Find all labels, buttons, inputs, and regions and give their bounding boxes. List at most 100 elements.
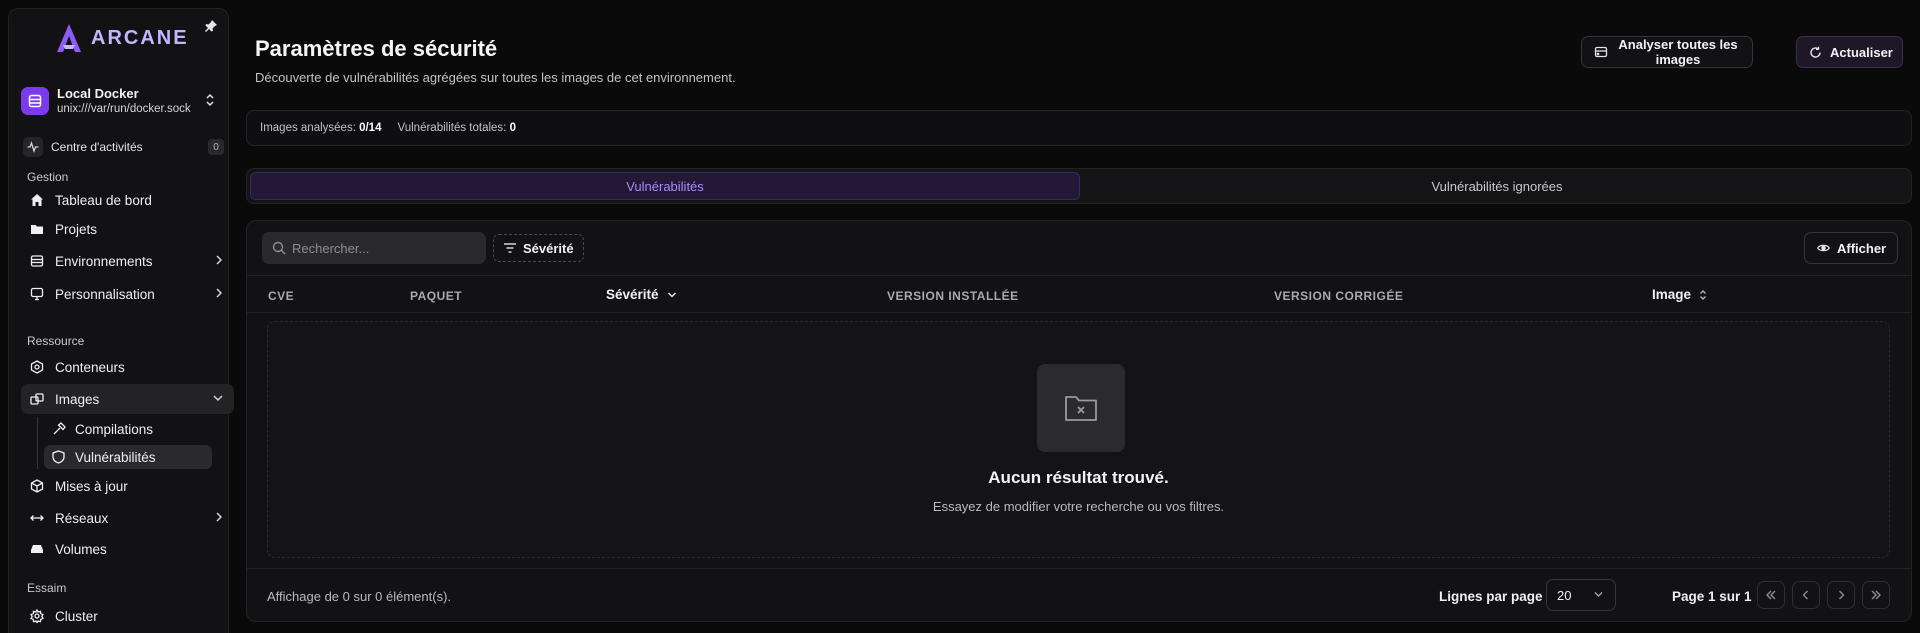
sidebar-item-label: Images: [55, 391, 100, 407]
cog-icon: [29, 608, 45, 624]
search-input[interactable]: [292, 240, 472, 256]
refresh-icon: [1809, 46, 1822, 59]
sidebar-item-label: Cluster: [55, 608, 98, 624]
previous-page-button[interactable]: [1792, 581, 1820, 609]
subnav-guide-line: [37, 417, 38, 469]
brand-logo[interactable]: ARCANE: [55, 23, 189, 53]
severity-filter-button[interactable]: Sévérité: [493, 234, 584, 262]
analyze-all-images-button[interactable]: Analyser toutes les images: [1581, 36, 1753, 68]
sidebar-item-vulnerabilities[interactable]: Vulnérabilités: [44, 445, 212, 469]
page-info: Page 1 sur 1: [1672, 589, 1752, 604]
empty-state: Aucun résultat trouvé. Essayez de modifi…: [267, 321, 1890, 558]
total-vulnerabilities-value: 0: [509, 122, 516, 134]
analyze-all-images-label: Analyser toutes les images: [1618, 37, 1738, 67]
sidebar-item-volumes[interactable]: Volumes: [21, 534, 234, 564]
refresh-button[interactable]: Actualiser: [1796, 36, 1903, 68]
rows-per-page-value: 20: [1557, 587, 1572, 603]
filter-icon: [504, 243, 516, 253]
last-page-button[interactable]: [1862, 581, 1890, 609]
column-installed-version: VERSION INSTALLÉE: [887, 289, 1019, 303]
chevron-right-icon: [1837, 590, 1845, 600]
activity-label: Centre d'activités: [51, 140, 143, 154]
images-analyzed-label: Images analysées:: [260, 122, 356, 134]
page-title: Paramètres de sécurité: [255, 36, 498, 61]
vulnerability-tabs: Vulnérabilités Vulnérabilités ignorées: [246, 168, 1912, 204]
chevron-down-icon: [212, 392, 224, 407]
total-vulnerabilities-label: Vulnérabilités totales:: [397, 122, 507, 134]
scan-icon: [1594, 45, 1608, 59]
images-icon: [29, 391, 45, 407]
brand-name: ARCANE: [91, 26, 189, 49]
sidebar-item-label: Environnements: [55, 253, 153, 269]
tab-ignored-vulnerabilities[interactable]: Vulnérabilités ignorées: [1085, 172, 1909, 200]
sidebar-item-projects[interactable]: Projets: [21, 214, 234, 244]
eye-icon: [1817, 243, 1830, 253]
sidebar-item-label: Volumes: [55, 541, 107, 557]
section-ressource: Ressource: [27, 334, 85, 348]
first-page-button[interactable]: [1757, 581, 1785, 609]
pin-icon[interactable]: [203, 18, 219, 34]
network-arrows-icon: [29, 510, 45, 526]
sidebar-item-builds[interactable]: Compilations: [44, 417, 212, 441]
chevrons-up-down-icon: [205, 93, 215, 110]
sidebar-item-label: Tableau de bord: [55, 192, 152, 208]
sidebar-item-networks[interactable]: Réseaux: [21, 503, 234, 533]
column-image[interactable]: Image: [1652, 287, 1707, 302]
sidebar: ARCANE Local Docker unix:///var/run/dock…: [8, 8, 234, 633]
sidebar-item-label: Mises à jour: [55, 478, 128, 494]
view-options-button[interactable]: Afficher: [1804, 232, 1898, 264]
environment-name: Local Docker: [57, 86, 139, 101]
activity-count-badge: 0: [208, 139, 224, 155]
empty-state-title: Aucun résultat trouvé.: [988, 468, 1169, 487]
search-box[interactable]: [262, 232, 486, 264]
rows-per-page-label: Lignes par page: [1439, 589, 1543, 604]
sidebar-item-updates[interactable]: Mises à jour: [21, 471, 234, 501]
sidebar-item-environments[interactable]: Environnements: [21, 246, 234, 276]
sidebar-item-cluster[interactable]: Cluster: [21, 601, 234, 631]
sidebar-item-containers[interactable]: Conteneurs: [21, 352, 234, 382]
column-severity-label: Sévérité: [606, 287, 659, 302]
chevron-left-icon: [1802, 590, 1810, 600]
activity-center[interactable]: Centre d'activités 0: [23, 135, 224, 159]
column-severity[interactable]: Sévérité: [606, 287, 677, 302]
shield-icon: [52, 450, 66, 464]
chevrons-left-icon: [1765, 590, 1777, 600]
sidebar-item-label: Réseaux: [55, 510, 109, 526]
section-essaim: Essaim: [27, 581, 67, 595]
server-stack-icon: [29, 253, 45, 269]
sidebar-item-personalization[interactable]: Personnalisation: [21, 279, 234, 309]
column-cve: CVE: [268, 289, 295, 303]
severity-filter-label: Sévérité: [523, 240, 574, 256]
table-header: CVE PAQUET Sévérité VERSION INSTALLÉE VE…: [247, 275, 1911, 313]
section-gestion: Gestion: [27, 170, 69, 184]
chevron-right-icon: [214, 287, 224, 302]
sidebar-item-dashboard[interactable]: Tableau de bord: [21, 185, 234, 215]
hard-drive-icon: [29, 541, 45, 557]
sidebar-item-label: Vulnérabilités: [75, 449, 156, 465]
hammer-icon: [52, 422, 66, 436]
sidebar-item-label: Projets: [55, 221, 98, 237]
server-icon: [21, 87, 49, 115]
folder-x-icon: [1037, 364, 1125, 452]
refresh-label: Actualiser: [1830, 44, 1893, 60]
scan-stats-bar: Images analysées: 0/14 Vulnérabilités to…: [246, 110, 1912, 146]
environment-switcher[interactable]: Local Docker unix:///var/run/docker.sock: [21, 81, 219, 121]
container-icon: [29, 359, 45, 375]
sidebar-item-images[interactable]: Images: [21, 384, 234, 414]
next-page-button[interactable]: [1827, 581, 1855, 609]
sidebar-item-label: Compilations: [75, 421, 154, 437]
package-icon: [29, 478, 45, 494]
page-subtitle: Découverte de vulnérabilités agrégées su…: [255, 70, 736, 85]
chevrons-right-icon: [1870, 590, 1882, 600]
arcane-logo-icon: [57, 24, 81, 52]
result-count: Affichage de 0 sur 0 élément(s).: [267, 589, 452, 604]
chevron-down-icon: [667, 291, 677, 299]
column-image-label: Image: [1652, 287, 1692, 302]
folder-icon: [29, 221, 45, 237]
tab-vulnerabilities[interactable]: Vulnérabilités: [250, 172, 1080, 200]
table-footer: Affichage de 0 sur 0 élément(s). Lignes …: [247, 568, 1911, 623]
environment-socket: unix:///var/run/docker.sock: [57, 103, 191, 115]
chevrons-up-down-icon: [1699, 289, 1707, 301]
chevron-right-icon: [214, 511, 224, 526]
rows-per-page-select[interactable]: 20: [1546, 579, 1616, 611]
